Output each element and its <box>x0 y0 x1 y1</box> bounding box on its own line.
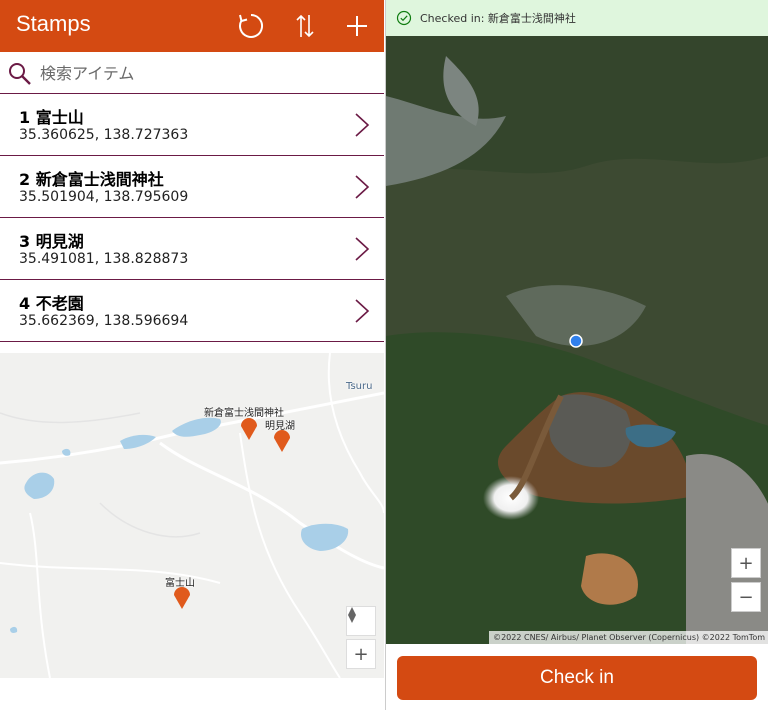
map-town-label: Tsuru <box>346 381 373 392</box>
list-item-title: 4 不老園 <box>19 294 84 313</box>
list-item-coords: 35.501904, 138.795609 <box>19 189 189 205</box>
add-icon <box>347 16 367 36</box>
list-item-title: 3 明見湖 <box>19 232 84 251</box>
chevron-right-icon <box>355 237 370 261</box>
list-item[interactable]: 4 不老園 35.662369, 138.596694 <box>0 280 384 342</box>
refresh-button[interactable] <box>235 10 267 42</box>
refresh-icon <box>239 14 263 38</box>
map-pin-icon[interactable] <box>173 586 191 610</box>
check-in-button[interactable]: Check in <box>397 656 757 700</box>
checkin-pane: Checked in: 新倉富士浅間神社 + − ©2022 CNES/ Air… <box>385 0 768 710</box>
list-item[interactable]: 1 富士山 35.360625, 138.727363 <box>0 94 384 156</box>
map-zoom-in-button[interactable]: + <box>346 639 376 669</box>
list-item[interactable]: 3 明見湖 35.491081, 138.828873 <box>0 218 384 280</box>
app-header: Stamps <box>0 0 384 52</box>
status-bar: Checked in: 新倉富士浅間神社 <box>386 0 768 36</box>
zoom-out-button[interactable]: − <box>731 582 761 612</box>
search-bar <box>0 53 384 94</box>
search-icon <box>8 62 32 86</box>
check-circle-icon <box>396 10 412 26</box>
list-item-title: 1 富士山 <box>19 108 84 127</box>
sort-button[interactable] <box>289 10 321 42</box>
list-item-coords: 35.491081, 138.828873 <box>19 251 189 267</box>
satellite-imagery <box>386 36 768 644</box>
list-item-coords: 35.662369, 138.596694 <box>19 313 189 329</box>
chevron-right-icon <box>355 299 370 323</box>
compass-icon <box>348 607 356 623</box>
list-item[interactable]: 2 新倉富士浅間神社 35.501904, 138.795609 <box>0 156 384 218</box>
stamp-list: 1 富士山 35.360625, 138.727363 2 新倉富士浅間神社 3… <box>0 94 384 342</box>
list-item-coords: 35.360625, 138.727363 <box>19 127 189 143</box>
zoom-in-button[interactable]: + <box>731 548 761 578</box>
map-attribution: ©2022 CNES/ Airbus/ Planet Observer (Cop… <box>489 631 768 644</box>
map-pin-icon[interactable] <box>273 429 291 453</box>
search-input[interactable] <box>40 59 370 87</box>
chevron-right-icon <box>355 113 370 137</box>
road-map-canvas <box>0 353 384 678</box>
app-title: Stamps <box>16 11 91 36</box>
map-pin-icon[interactable] <box>240 417 258 441</box>
road-map[interactable]: Tsuru 新倉富士浅間神社 明見湖 富士山 + <box>0 353 384 678</box>
sort-icon <box>296 14 314 38</box>
chevron-right-icon <box>355 175 370 199</box>
list-item-title: 2 新倉富士浅間神社 <box>19 170 164 189</box>
compass-button[interactable] <box>346 606 376 636</box>
stamps-pane: Stamps 検索アイテム 1 富士山 35.360625, 138.72736… <box>0 0 384 710</box>
satellite-map[interactable]: + − ©2022 CNES/ Airbus/ Planet Observer … <box>386 36 768 644</box>
add-button[interactable] <box>341 10 373 42</box>
app-root: Stamps 検索アイテム 1 富士山 35.360625, 138.72736… <box>0 0 768 710</box>
status-text: Checked in: 新倉富士浅間神社 <box>420 12 576 25</box>
